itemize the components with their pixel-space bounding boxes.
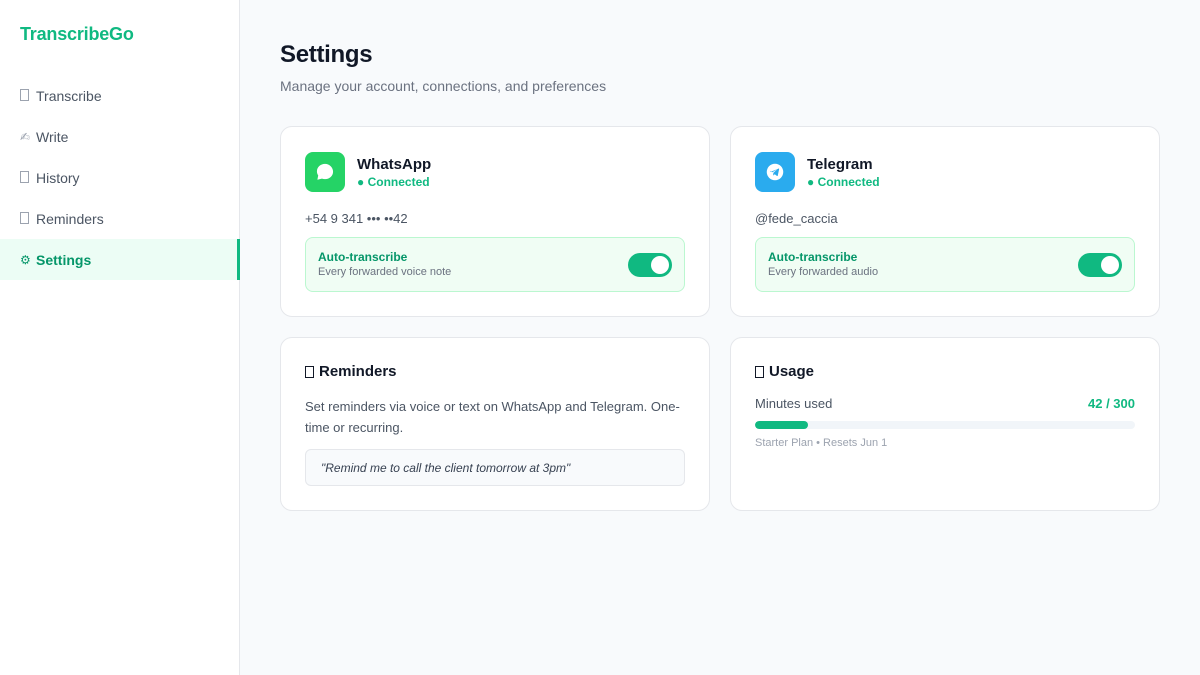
auto-transcribe-subtitle: Every forwarded voice note bbox=[318, 266, 452, 278]
telegram-status: ● Connected bbox=[807, 175, 880, 189]
gear-icon: ⚙ bbox=[20, 252, 31, 267]
usage-plan: Starter Plan • Resets Jun 1 bbox=[755, 437, 888, 449]
auto-transcribe-subtitle: Every forwarded audio bbox=[768, 266, 879, 278]
reminders-icon bbox=[20, 211, 34, 226]
brand-logo[interactable]: TranscribeGo bbox=[20, 24, 134, 45]
sidebar: TranscribeGo Transcribe ✍ Write History … bbox=[0, 0, 240, 675]
page-subtitle: Manage your account, connections, and pr… bbox=[280, 78, 607, 94]
whatsapp-name: WhatsApp bbox=[357, 156, 432, 173]
reminders-example: "Remind me to call the client tomorrow a… bbox=[305, 449, 685, 486]
reminders-title: Reminders bbox=[305, 363, 397, 380]
sidebar-item-reminders[interactable]: Reminders bbox=[0, 198, 240, 239]
usage-title: Usage bbox=[755, 363, 814, 380]
whatsapp-phone: +54 9 341 ••• ••42 bbox=[305, 211, 408, 226]
sidebar-item-settings[interactable]: ⚙ Settings bbox=[0, 239, 240, 280]
sidebar-item-label: Write bbox=[36, 128, 69, 145]
whatsapp-auto-transcribe: Auto-transcribe Every forwarded voice no… bbox=[305, 237, 685, 292]
auto-transcribe-title: Auto-transcribe bbox=[318, 250, 408, 264]
auto-transcribe-title: Auto-transcribe bbox=[768, 250, 858, 264]
whatsapp-icon bbox=[305, 152, 345, 192]
telegram-auto-transcribe-toggle[interactable] bbox=[1078, 253, 1122, 277]
reminders-title-text: Reminders bbox=[319, 363, 397, 380]
sidebar-item-label: Transcribe bbox=[36, 87, 102, 104]
usage-icon bbox=[755, 365, 764, 378]
sidebar-item-label: Reminders bbox=[36, 210, 104, 227]
sidebar-item-transcribe[interactable]: Transcribe bbox=[0, 75, 240, 116]
history-icon bbox=[20, 170, 34, 185]
usage-label: Minutes used bbox=[755, 396, 833, 411]
sidebar-item-label: Settings bbox=[36, 251, 92, 268]
sidebar-item-label: History bbox=[36, 169, 80, 186]
whatsapp-card: WhatsApp ● Connected +54 9 341 ••• ••42 … bbox=[280, 126, 710, 317]
usage-title-text: Usage bbox=[769, 363, 815, 380]
page-title: Settings bbox=[280, 41, 373, 68]
usage-card: Usage Minutes used 42 / 300 Starter Plan… bbox=[730, 337, 1160, 511]
toggle-knob bbox=[1101, 256, 1119, 274]
transcribe-icon bbox=[20, 88, 34, 103]
usage-progress-bar bbox=[755, 421, 1135, 429]
whatsapp-status: ● Connected bbox=[357, 175, 430, 189]
reminders-icon bbox=[305, 365, 314, 378]
telegram-username: @fede_caccia bbox=[755, 211, 838, 226]
write-icon: ✍ bbox=[20, 129, 31, 144]
telegram-card: Telegram ● Connected @fede_caccia Auto-t… bbox=[730, 126, 1160, 317]
reminders-description: Set reminders via voice or text on Whats… bbox=[305, 399, 680, 435]
usage-value: 42 / 300 bbox=[1088, 396, 1135, 411]
whatsapp-auto-transcribe-toggle[interactable] bbox=[628, 253, 672, 277]
telegram-icon bbox=[755, 152, 795, 192]
sidebar-item-history[interactable]: History bbox=[0, 157, 240, 198]
sidebar-nav: Transcribe ✍ Write History Reminders ⚙ S… bbox=[0, 75, 240, 280]
usage-progress-fill bbox=[755, 421, 809, 429]
telegram-auto-transcribe: Auto-transcribe Every forwarded audio bbox=[755, 237, 1135, 292]
reminders-card: Reminders Set reminders via voice or tex… bbox=[280, 337, 710, 511]
toggle-knob bbox=[651, 256, 669, 274]
telegram-name: Telegram bbox=[807, 156, 873, 173]
sidebar-item-write[interactable]: ✍ Write bbox=[0, 116, 240, 157]
